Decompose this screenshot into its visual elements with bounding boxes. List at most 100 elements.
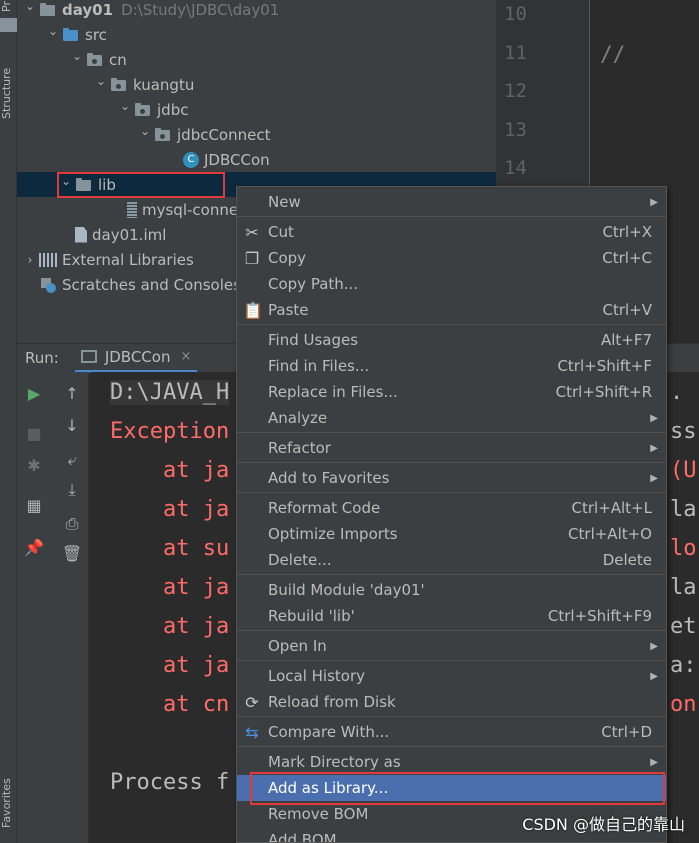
menu-item-shortcut: Ctrl+C: [602, 249, 652, 267]
menu-item-shortcut: Ctrl+V: [602, 301, 652, 319]
line-number: 14: [504, 157, 527, 179]
run-icon[interactable]: ▶: [17, 382, 51, 406]
soft-wrap-icon[interactable]: ⤶: [55, 448, 89, 472]
menu-item-add-as-library[interactable]: Add as Library...: [237, 775, 666, 801]
chevron-right-icon[interactable]: ›: [21, 253, 39, 267]
tree-item[interactable]: ⌄ day01 D:\Study\JDBC\day01: [17, 0, 496, 22]
line-number: 13: [504, 118, 527, 141]
chevron-down-icon[interactable]: ⌄: [92, 74, 110, 88]
menu-item-analyze[interactable]: Analyze ▶: [237, 405, 666, 431]
menu-item-label: Copy: [268, 249, 307, 267]
console-icon: [80, 350, 97, 363]
menu-item-label: Optimize Imports: [268, 525, 398, 543]
chevron-down-icon[interactable]: ⌄: [44, 24, 62, 38]
tree-item[interactable]: ⌄ jdbc: [17, 97, 496, 122]
console-line-tail: on: [670, 692, 697, 717]
menu-item-cut[interactable]: ✂ Cut Ctrl+X: [237, 219, 666, 245]
menu-item-label: Analyze: [268, 409, 328, 427]
line-number: 11: [504, 41, 527, 64]
code-line[interactable]: //: [600, 42, 625, 66]
line-number: 10: [504, 3, 527, 25]
tree-item[interactable]: C JDBCCon: [17, 147, 496, 172]
console-line-tail: et: [670, 614, 697, 639]
menu-item-refactor[interactable]: Refactor ▶: [237, 435, 666, 461]
tree-item[interactable]: ⌄ jdbcConnect: [17, 122, 496, 147]
favorites-tool-tab[interactable]: Favorites: [0, 772, 17, 834]
layout-icon[interactable]: ▦: [17, 494, 51, 518]
tree-item-label: External Libraries: [62, 250, 194, 269]
chevron-down-icon[interactable]: ⌄: [68, 49, 86, 63]
menu-item-mark-directory-as[interactable]: Mark Directory as ▶: [237, 749, 666, 775]
menu-separator: [237, 574, 666, 575]
package-icon: [110, 77, 128, 92]
run-toolbar-right: ↑ ↓ ⤶ ⤓ ⎙ 🗑: [55, 372, 89, 843]
reload-icon: ⟳: [245, 692, 259, 712]
menu-item-label: Cut: [268, 223, 294, 241]
menu-item-compare-with[interactable]: ⇆ Compare With... Ctrl+D: [237, 719, 666, 745]
menu-item-build-module-day01[interactable]: Build Module 'day01': [237, 577, 666, 603]
menu-item-local-history[interactable]: Local History ▶: [237, 663, 666, 689]
menu-item-reformat-code[interactable]: Reformat Code Ctrl+Alt+L: [237, 495, 666, 521]
java-class-icon: C: [183, 151, 199, 168]
console-line-tail: lo: [670, 536, 697, 561]
menu-separator: [237, 462, 666, 463]
menu-item-replace-in-files[interactable]: Replace in Files... Ctrl+Shift+R: [237, 379, 666, 405]
menu-item-shortcut: Ctrl+X: [602, 223, 652, 241]
module-folder-icon: [39, 2, 57, 17]
tab-jdbccon[interactable]: JDBCCon ×: [74, 344, 198, 373]
chevron-down-icon[interactable]: ⌄: [116, 99, 134, 113]
menu-item-paste[interactable]: 📋 Paste Ctrl+V: [237, 297, 666, 323]
up-arrow-icon[interactable]: ↑: [55, 382, 89, 406]
line-number: 12: [504, 80, 527, 102]
left-tool-strip: Pr Structure Favorites: [0, 0, 17, 843]
menu-item-find-usages[interactable]: Find Usages Alt+F7: [237, 327, 666, 353]
chevron-down-icon[interactable]: ⌄: [21, 0, 39, 13]
project-tool-tab[interactable]: Pr: [0, 0, 17, 14]
folder-icon: [75, 177, 93, 192]
down-arrow-icon[interactable]: ↓: [55, 414, 89, 438]
menu-item-reload-from-disk[interactable]: ⟳ Reload from Disk: [237, 689, 666, 715]
tree-item-label: lib: [98, 175, 116, 194]
chevron-down-icon[interactable]: ⌄: [57, 174, 75, 188]
pin-icon[interactable]: 📌: [17, 536, 51, 560]
source-folder-icon: [62, 27, 80, 42]
menu-item-delete[interactable]: Delete... Delete: [237, 547, 666, 573]
debug-icon[interactable]: ✱: [17, 454, 51, 478]
menu-item-label: Rebuild 'lib': [268, 607, 355, 625]
tree-item[interactable]: ⌄ kuangtu: [17, 72, 496, 97]
close-icon[interactable]: ×: [180, 349, 191, 364]
print-icon[interactable]: ⎙: [55, 512, 89, 536]
menu-item-optimize-imports[interactable]: Optimize Imports Ctrl+Alt+O: [237, 521, 666, 547]
copy-icon: ❐: [244, 248, 260, 268]
submenu-arrow-icon: ▶: [650, 196, 658, 208]
scroll-to-end-icon[interactable]: ⤓: [55, 478, 89, 502]
tree-item-label: day01: [62, 0, 114, 19]
tree-item[interactable]: ⌄ src: [17, 22, 496, 47]
tree-item-label: cn: [109, 50, 127, 69]
menu-item-open-in[interactable]: Open In ▶: [237, 633, 666, 659]
menu-item-add-to-favorites[interactable]: Add to Favorites ▶: [237, 465, 666, 491]
libraries-icon: [39, 252, 57, 267]
menu-item-rebuild-lib[interactable]: Rebuild 'lib' Ctrl+Shift+F9: [237, 603, 666, 629]
menu-separator: [237, 324, 666, 325]
structure-tool-tab[interactable]: Structure: [0, 62, 17, 124]
console-line: Process f: [110, 770, 230, 795]
menu-item-label: Compare With...: [268, 723, 390, 741]
menu-item-label: Delete...: [268, 551, 332, 569]
menu-item-label: Find in Files...: [268, 357, 370, 375]
menu-item-label: Open In: [268, 637, 327, 655]
submenu-arrow-icon: ▶: [650, 756, 658, 768]
console-line-tail: la: [670, 575, 697, 600]
stop-icon[interactable]: ■: [17, 422, 51, 446]
menu-item-shortcut: Ctrl+Alt+L: [571, 499, 653, 517]
menu-item-copy[interactable]: ❐ Copy Ctrl+C: [237, 245, 666, 271]
tree-item[interactable]: ⌄ cn: [17, 47, 496, 72]
console-line: D:\JAVA_H: [110, 380, 230, 405]
chevron-down-icon[interactable]: ⌄: [136, 124, 154, 138]
menu-item-find-in-files[interactable]: Find in Files... Ctrl+Shift+F: [237, 353, 666, 379]
trash-icon[interactable]: 🗑: [55, 542, 89, 566]
folder-icon: [0, 18, 17, 32]
menu-item-new[interactable]: New ▶: [237, 189, 666, 215]
menu-item-copy-path[interactable]: Copy Path...: [237, 271, 666, 297]
menu-item-label: Add to Favorites: [268, 469, 390, 487]
